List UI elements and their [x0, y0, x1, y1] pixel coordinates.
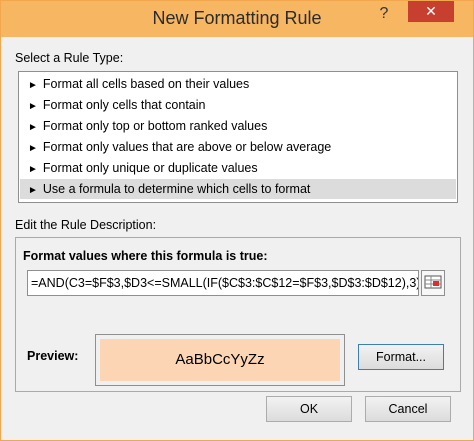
rule-description-label: Edit the Rule Description: [15, 218, 157, 232]
triangle-right-icon: ► [28, 80, 38, 91]
rule-type-label: Select a Rule Type: [15, 51, 124, 65]
triangle-right-icon: ► [28, 164, 38, 175]
rule-type-item-label: Format only cells that contain [42, 98, 206, 112]
new-formatting-rule-dialog: New Formatting Rule ? ✕ Select a Rule Ty… [0, 0, 474, 441]
close-icon: ✕ [425, 3, 437, 19]
rule-type-item-unique-duplicate[interactable]: ► Format only unique or duplicate values [20, 158, 456, 178]
triangle-right-icon: ► [28, 101, 38, 112]
rule-type-item-label: Format only unique or duplicate values [42, 161, 258, 175]
rule-type-item-label: Format only values that are above or bel… [42, 140, 332, 154]
title-bar[interactable]: New Formatting Rule ? ✕ [1, 1, 473, 37]
rule-type-item-top-bottom[interactable]: ► Format only top or bottom ranked values [20, 116, 456, 136]
cancel-button[interactable]: Cancel [365, 396, 451, 422]
rule-type-item-label: Use a formula to determine which cells t… [42, 182, 311, 196]
triangle-right-icon: ► [28, 122, 38, 133]
help-button[interactable]: ? [373, 3, 395, 25]
preview-label: Preview: [27, 349, 79, 363]
rule-type-item-label: Format only top or bottom ranked values [42, 119, 268, 133]
dialog-title: New Formatting Rule [152, 8, 322, 28]
rule-type-item-all-cells[interactable]: ► Format all cells based on their values [20, 74, 456, 94]
format-button[interactable]: Format... [358, 344, 444, 370]
formula-heading: Format values where this formula is true… [23, 249, 268, 263]
ok-button[interactable]: OK [266, 396, 352, 422]
rule-type-item-use-formula[interactable]: ► Use a formula to determine which cells … [20, 179, 456, 199]
preview-sample-text: AaBbCcYyZz [100, 339, 340, 381]
rule-type-list[interactable]: ► Format all cells based on their values … [18, 71, 458, 203]
triangle-right-icon: ► [28, 143, 38, 154]
formula-input[interactable]: =AND(C3=$F$3,$D3<=SMALL(IF($C$3:$C$12=$F… [27, 270, 419, 296]
collapse-dialog-icon [424, 275, 442, 289]
range-select-button[interactable] [421, 270, 445, 296]
preview-box: AaBbCcYyZz [95, 334, 345, 386]
rule-type-item-above-below-average[interactable]: ► Format only values that are above or be… [20, 137, 456, 157]
rule-type-item-label: Format all cells based on their values [42, 77, 250, 91]
close-button[interactable]: ✕ [408, 1, 454, 22]
triangle-right-icon: ► [28, 185, 38, 196]
rule-type-item-cells-contain[interactable]: ► Format only cells that contain [20, 95, 456, 115]
